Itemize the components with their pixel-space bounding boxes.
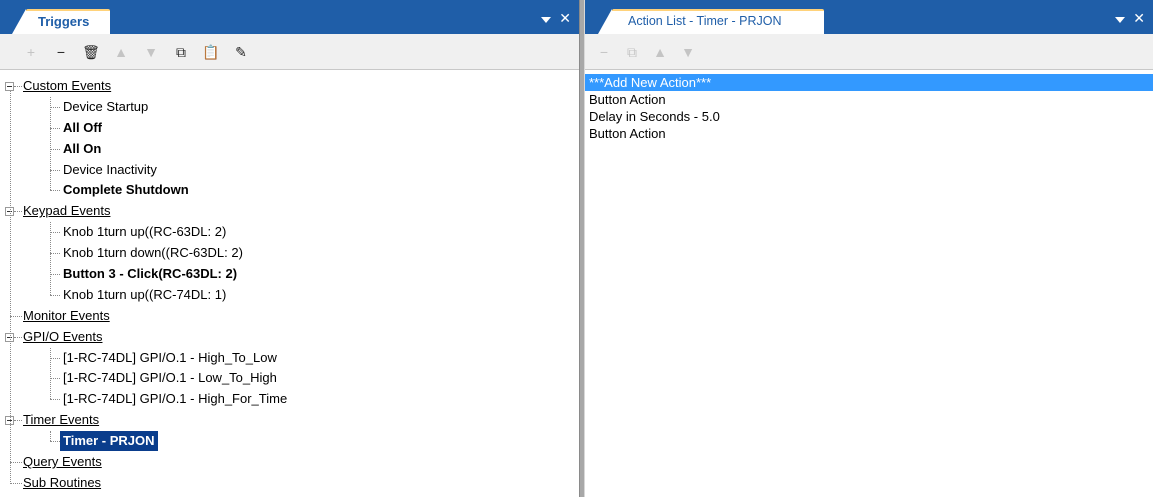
tree-item-label: [1-RC-74DL] GPI/O.1 - High_For_Time xyxy=(63,391,288,407)
edit-icon[interactable]: ✎ xyxy=(232,43,250,61)
paste-icon[interactable]: 📋 xyxy=(202,43,220,61)
tree-category-label: Sub Routines xyxy=(23,474,102,490)
triggers-titlebar: Triggers ✕ xyxy=(0,0,579,34)
tree-item[interactable]: Device Startup xyxy=(0,97,579,118)
tree-category-label: Timer Events xyxy=(23,412,100,428)
tree-item-label: Knob 1turn up((RC-74DL: 1) xyxy=(63,286,227,302)
move-action-down-icon[interactable]: ▼ xyxy=(679,43,697,61)
tree-category[interactable]: Monitor Events xyxy=(0,306,579,327)
tree-item[interactable]: [1-RC-74DL] GPI/O.1 - High_For_Time xyxy=(0,389,579,410)
panel-menu-dropdown-icon[interactable] xyxy=(1115,16,1126,23)
tree-item[interactable]: All On xyxy=(0,139,579,160)
tree-item-label: Device Inactivity xyxy=(63,161,157,177)
tab-triggers[interactable]: Triggers xyxy=(12,9,110,34)
tab-action-list[interactable]: Action List - Timer - PRJON xyxy=(598,9,824,34)
tree-item[interactable]: Device Inactivity xyxy=(0,160,579,181)
action-item[interactable]: Button Action xyxy=(585,125,1153,142)
action-list: ***Add New Action*** Button Action Delay i… xyxy=(585,70,1153,142)
tree-category[interactable]: Query Events xyxy=(0,452,579,473)
tree-item[interactable]: Knob 1turn up((RC-63DL: 2) xyxy=(0,222,579,243)
tree-branch-line xyxy=(50,431,51,442)
tree-category[interactable]: Sub Routines xyxy=(0,473,579,494)
move-down-icon[interactable]: ▼ xyxy=(142,43,160,61)
tree-item[interactable]: [1-RC-74DL] GPI/O.1 - Low_To_High xyxy=(0,368,579,389)
tree-item[interactable]: Knob 1turn down((RC-63DL: 2) xyxy=(0,243,579,264)
action-item[interactable]: Button Action xyxy=(585,91,1153,108)
tree-item[interactable]: Timer - PRJON xyxy=(0,431,579,452)
remove-icon[interactable]: − xyxy=(52,43,70,61)
tree-category-label: Custom Events xyxy=(23,78,112,93)
tree-item-label: Complete Shutdown xyxy=(63,182,189,198)
action-list-titlebar: Action List - Timer - PRJON ✕ xyxy=(585,0,1153,34)
tree-item-label: Knob 1turn up((RC-63DL: 2) xyxy=(63,224,227,240)
tree-item-label: Knob 1turn down((RC-63DL: 2) xyxy=(63,245,243,261)
tree-category-label: Monitor Events xyxy=(23,307,110,323)
tree-item[interactable]: Complete Shutdown xyxy=(0,180,579,201)
triggers-toolbar: + − 🗑 ▲ ▼ ⧉ 📋 ✎ xyxy=(0,34,579,70)
tree-item-label: [1-RC-74DL] GPI/O.1 - High_To_Low xyxy=(63,349,277,365)
close-icon[interactable]: ✕ xyxy=(1133,10,1145,27)
tree-item-label: Button 3 - Click(RC-63DL: 2) xyxy=(63,266,238,282)
tree-item-label: All Off xyxy=(63,119,102,135)
tree-item[interactable]: Button 3 - Click(RC-63DL: 2) xyxy=(0,264,579,285)
tree-branch-line xyxy=(50,347,51,400)
tree-category-label: Query Events xyxy=(23,454,102,470)
action-item[interactable]: Delay in Seconds - 5.0 xyxy=(585,108,1153,125)
copy-action-icon[interactable]: ⧉ xyxy=(623,43,641,61)
remove-action-icon[interactable]: − xyxy=(595,43,613,61)
tree-item-label: Device Startup xyxy=(63,98,149,114)
triggers-tree: Custom Events Device Startup All Off All On… xyxy=(0,70,579,494)
tree-item-label: All On xyxy=(63,140,102,156)
close-icon[interactable]: ✕ xyxy=(559,10,571,27)
triggers-panel: Triggers ✕ + − 🗑 ▲ ▼ ⧉ 📋 ✎ Custom Events Device … xyxy=(0,0,579,497)
tree-category[interactable]: Custom Events xyxy=(0,76,579,97)
tree-category[interactable]: Timer Events xyxy=(0,410,579,431)
tree-category[interactable]: GPI/O Events xyxy=(0,327,579,348)
move-action-up-icon[interactable]: ▲ xyxy=(651,43,669,61)
tree-item[interactable]: All Off xyxy=(0,118,579,139)
add-icon[interactable]: + xyxy=(22,43,40,61)
tree-item[interactable]: Knob 1turn up((RC-74DL: 1) xyxy=(0,285,579,306)
tree-category-label: GPI/O Events xyxy=(23,328,103,344)
action-list-panel: Action List - Timer - PRJON ✕ − ⧉ ▲ ▼ ***Ad… xyxy=(585,0,1153,497)
action-list-toolbar: − ⧉ ▲ ▼ xyxy=(585,34,1153,70)
tree-category[interactable]: Keypad Events xyxy=(0,201,579,222)
panel-menu-dropdown-icon[interactable] xyxy=(541,16,552,23)
tree-branch-line xyxy=(50,96,51,191)
tree-branch-line xyxy=(50,222,51,295)
tree-category-label: Keypad Events xyxy=(23,203,111,219)
tree-item-label: Timer - PRJON xyxy=(60,431,158,452)
tree-item[interactable]: [1-RC-74DL] GPI/O.1 - High_To_Low xyxy=(0,348,579,369)
move-up-icon[interactable]: ▲ xyxy=(112,43,130,61)
tree-root-line xyxy=(10,91,11,483)
collapse-toggle-icon[interactable] xyxy=(5,82,14,91)
delete-icon[interactable]: 🗑 xyxy=(82,43,100,61)
action-item[interactable]: ***Add New Action*** xyxy=(585,74,1153,91)
copy-icon[interactable]: ⧉ xyxy=(172,43,190,61)
tree-item-label: [1-RC-74DL] GPI/O.1 - Low_To_High xyxy=(63,370,277,386)
